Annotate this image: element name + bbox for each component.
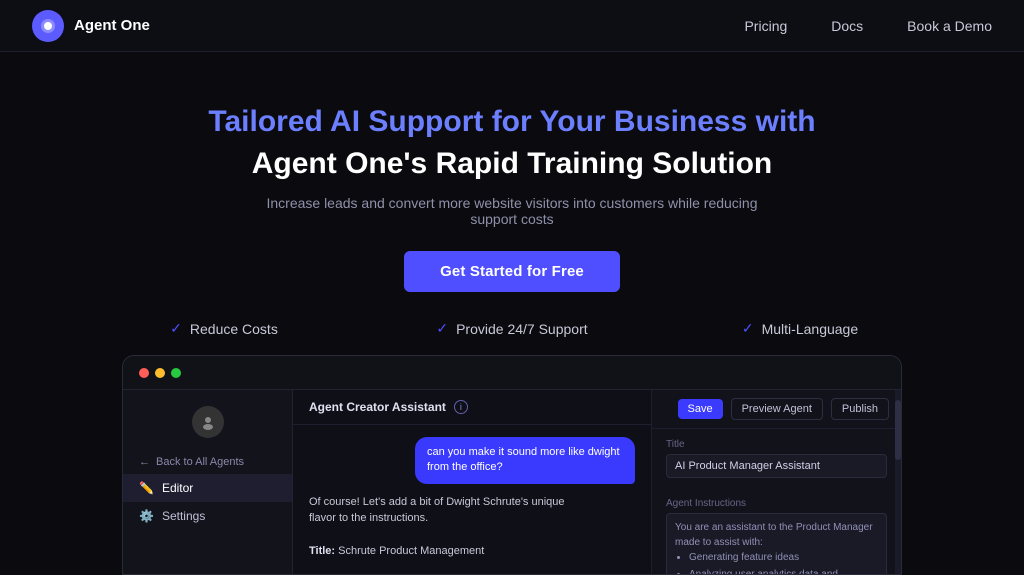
pencil-icon: ✏️ bbox=[139, 481, 154, 495]
sidebar-editor-item[interactable]: ✏️ Editor bbox=[123, 474, 292, 502]
nav-book-demo[interactable]: Book a Demo bbox=[907, 18, 992, 34]
check-icon-support: ✓ bbox=[436, 320, 448, 337]
logo-icon bbox=[32, 10, 64, 42]
navbar: Agent One Pricing Docs Book a Demo bbox=[0, 0, 1024, 52]
instruction-item-1: Generating feature ideas bbox=[689, 550, 878, 565]
sidebar-back-button[interactable]: ← Back to All Agents bbox=[123, 450, 292, 474]
instructions-label: Agent Instructions bbox=[666, 498, 887, 509]
check-icon-reduce: ✓ bbox=[170, 320, 182, 337]
editor-chat: can you make it sound more like dwight f… bbox=[293, 425, 651, 574]
scrollbar[interactable] bbox=[895, 390, 901, 575]
save-button[interactable]: Save bbox=[678, 399, 723, 419]
preview-button[interactable]: Preview Agent bbox=[731, 398, 823, 420]
sidebar-settings-label: Settings bbox=[162, 509, 205, 523]
nav-docs[interactable]: Docs bbox=[831, 18, 863, 34]
nav-links: Pricing Docs Book a Demo bbox=[744, 18, 992, 34]
title-field-group: Title AI Product Manager Assistant bbox=[652, 429, 901, 488]
features-row: ✓ Reduce Costs ✓ Provide 24/7 Support ✓ … bbox=[0, 320, 1024, 337]
instructions-area[interactable]: You are an assistant to the Product Mana… bbox=[666, 513, 887, 575]
hero-subtitle: Increase leads and convert more website … bbox=[242, 195, 782, 227]
window-dot-red bbox=[139, 368, 149, 378]
chat-ai-title-strong: Title: bbox=[309, 545, 335, 557]
hero-title-blue: Tailored AI Support for Your Business wi… bbox=[208, 104, 815, 140]
editor-title: Agent Creator Assistant bbox=[309, 400, 446, 414]
title-field-label: Title bbox=[666, 439, 887, 450]
hero-section: Tailored AI Support for Your Business wi… bbox=[0, 52, 1024, 292]
feature-reduce-costs: ✓ Reduce Costs bbox=[80, 320, 368, 337]
instruction-item-2: Analyzing user analytics data and provid… bbox=[689, 567, 878, 575]
avatar bbox=[192, 406, 224, 438]
chat-ai-text: Of course! Let's add a bit of Dwight Sch… bbox=[309, 496, 565, 525]
back-arrow-icon: ← bbox=[139, 456, 150, 468]
feature-multilang: ✓ Multi-Language bbox=[656, 320, 944, 337]
feature-label-reduce: Reduce Costs bbox=[190, 321, 278, 337]
publish-button[interactable]: Publish bbox=[831, 398, 889, 420]
preview-window: ← Back to All Agents ✏️ Editor ⚙️ Settin… bbox=[122, 355, 902, 575]
scrollbar-thumb bbox=[895, 400, 901, 460]
chat-ai-bubble: Of course! Let's add a bit of Dwight Sch… bbox=[309, 494, 589, 560]
instructions-intro: You are an assistant to the Product Mana… bbox=[675, 522, 873, 548]
chat-ai-title: Title: Schrute Product Management bbox=[309, 545, 484, 557]
instructions-list: Generating feature ideas Analyzing user … bbox=[675, 550, 878, 575]
sidebar: ← Back to All Agents ✏️ Editor ⚙️ Settin… bbox=[123, 390, 293, 574]
preview-wrapper: ← Back to All Agents ✏️ Editor ⚙️ Settin… bbox=[0, 355, 1024, 575]
feature-label-multilang: Multi-Language bbox=[762, 321, 859, 337]
gear-icon: ⚙️ bbox=[139, 509, 154, 523]
logo-text: Agent One bbox=[74, 17, 150, 34]
sidebar-back-label: Back to All Agents bbox=[156, 456, 244, 468]
window-topbar bbox=[123, 356, 901, 390]
title-field-value[interactable]: AI Product Manager Assistant bbox=[666, 454, 887, 478]
window-dot-green bbox=[171, 368, 181, 378]
editor-main: Agent Creator Assistant i can you make i… bbox=[293, 390, 651, 574]
editor-right-panel: Save Preview Agent Publish Title AI Prod… bbox=[651, 390, 901, 574]
instructions-field-group: Agent Instructions You are an assistant … bbox=[652, 488, 901, 575]
feature-support: ✓ Provide 24/7 Support bbox=[368, 320, 656, 337]
preview-content: ← Back to All Agents ✏️ Editor ⚙️ Settin… bbox=[123, 390, 901, 574]
check-icon-multilang: ✓ bbox=[742, 320, 754, 337]
info-icon: i bbox=[454, 400, 468, 414]
nav-pricing[interactable]: Pricing bbox=[744, 18, 787, 34]
cta-button[interactable]: Get Started for Free bbox=[404, 251, 620, 292]
right-panel-topbar: Save Preview Agent Publish bbox=[652, 390, 901, 429]
chat-user-bubble: can you make it sound more like dwight f… bbox=[415, 437, 635, 484]
hero-title-white: Agent One's Rapid Training Solution bbox=[252, 144, 772, 183]
window-dot-yellow bbox=[155, 368, 165, 378]
editor-header: Agent Creator Assistant i bbox=[293, 390, 651, 425]
sidebar-editor-label: Editor bbox=[162, 481, 193, 495]
sidebar-settings-item[interactable]: ⚙️ Settings bbox=[123, 502, 292, 530]
feature-label-support: Provide 24/7 Support bbox=[456, 321, 588, 337]
logo[interactable]: Agent One bbox=[32, 10, 150, 42]
